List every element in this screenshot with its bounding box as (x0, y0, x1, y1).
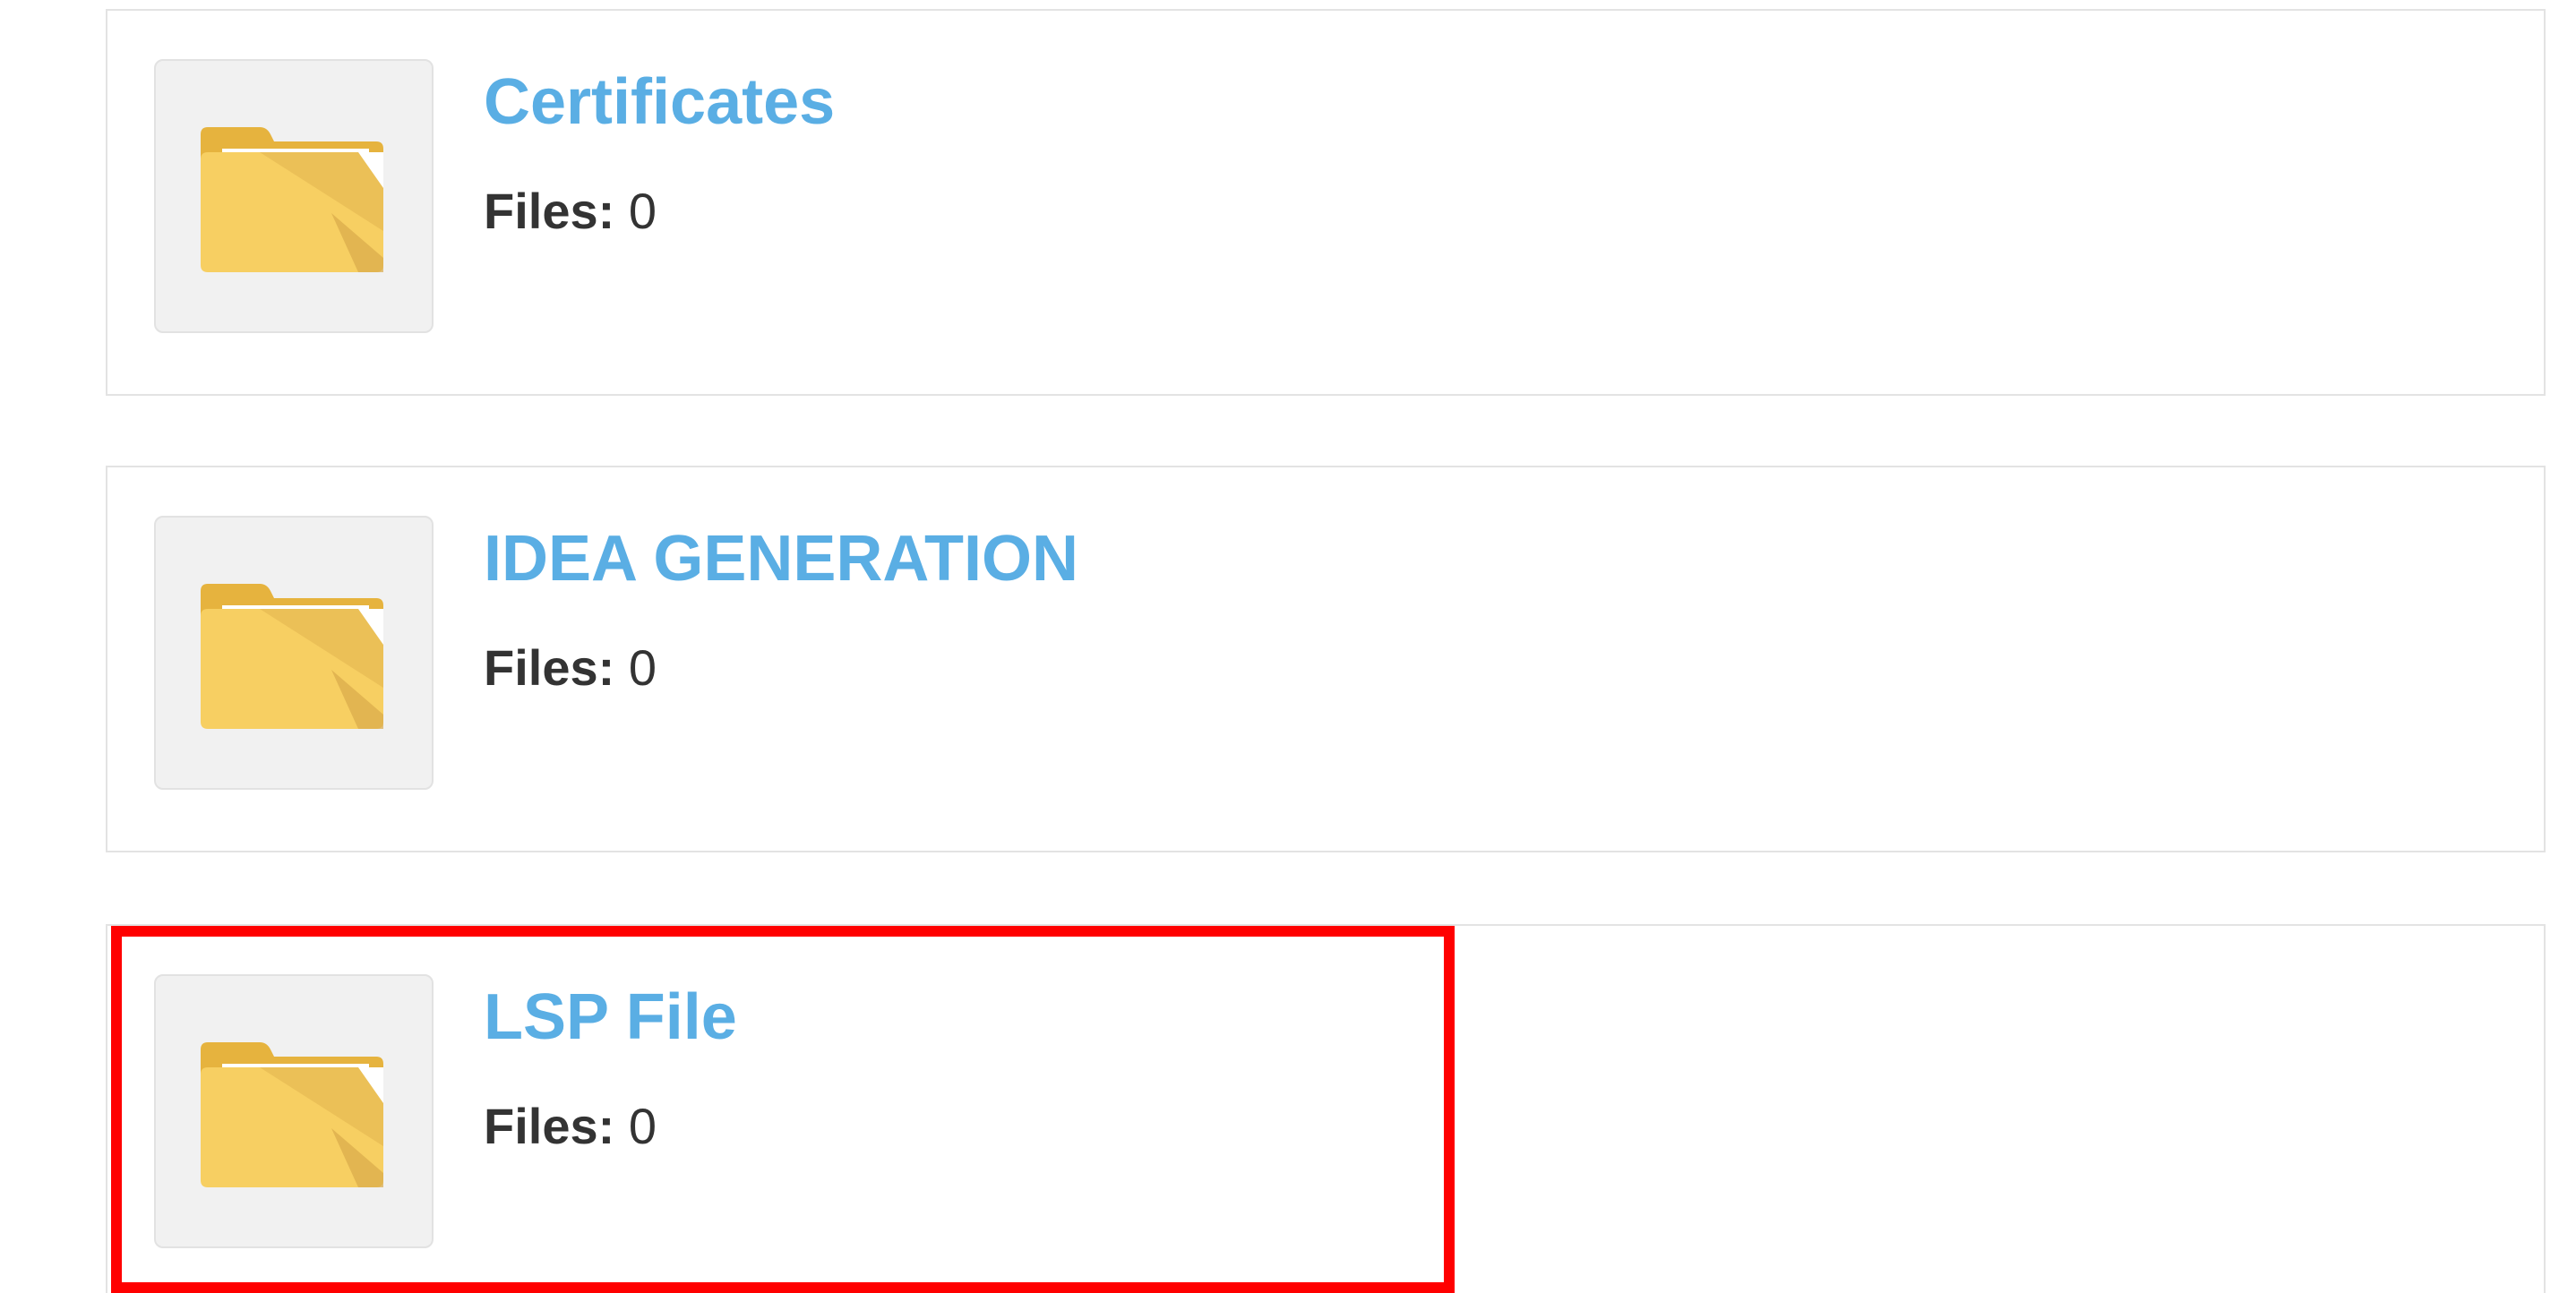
files-count-value: 0 (628, 1098, 657, 1154)
folder-card-certificates[interactable]: Certificates Files: 0 (106, 9, 2546, 396)
files-label: Files: (484, 639, 615, 696)
folder-list: Certificates Files: 0 IDEA GENERATION Fi… (0, 0, 2576, 1293)
folder-thumbnail[interactable] (154, 59, 434, 333)
folder-thumbnail[interactable] (154, 974, 434, 1248)
file-count: Files: 0 (484, 186, 657, 236)
file-count: Files: 0 (484, 1101, 657, 1152)
folder-icon (201, 584, 383, 729)
folder-title-link[interactable]: LSP File (484, 985, 737, 1049)
file-count: Files: 0 (484, 643, 657, 693)
files-count-value: 0 (628, 183, 657, 239)
folder-thumbnail[interactable] (154, 516, 434, 790)
files-label: Files: (484, 1098, 615, 1154)
folder-title-link[interactable]: IDEA GENERATION (484, 527, 1078, 591)
folder-card-idea-generation[interactable]: IDEA GENERATION Files: 0 (106, 466, 2546, 852)
folder-icon (201, 127, 383, 272)
folder-icon (201, 1042, 383, 1187)
files-label: Files: (484, 183, 615, 239)
folder-title-link[interactable]: Certificates (484, 70, 835, 134)
folder-card-lsp-file[interactable]: LSP File Files: 0 (106, 924, 2546, 1293)
files-count-value: 0 (628, 639, 657, 696)
